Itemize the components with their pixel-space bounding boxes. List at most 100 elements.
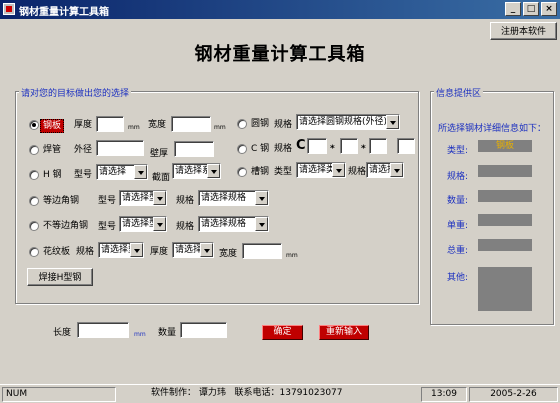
equal-angle-label: 等边角钢: [43, 196, 80, 206]
length-unit: mm: [134, 331, 146, 338]
c-sep1: *: [330, 144, 335, 154]
equal-model-select[interactable]: 请选择型: [119, 190, 167, 206]
length-input[interactable]: [77, 322, 129, 338]
unequal-angle-label: 不等边角钢: [43, 221, 89, 231]
chevron-down-icon[interactable]: [153, 217, 166, 231]
chevron-down-icon[interactable]: [390, 163, 403, 177]
h-section-select[interactable]: 请选择系: [172, 163, 221, 179]
plate-thickness-unit: mm: [128, 124, 140, 131]
info-other-value: [478, 267, 532, 311]
qty-label: 数量: [158, 328, 177, 338]
round-spec-label: 规格: [274, 120, 293, 130]
c-dim2-input[interactable]: [340, 138, 358, 154]
status-date: 2005-2-26: [469, 387, 558, 402]
unequal-spec-value: 请选择规格: [201, 219, 247, 229]
phone-label: 联系电话：: [234, 388, 280, 398]
selection-group-legend: 请对您的目标做出您的选择: [19, 86, 132, 99]
chevron-down-icon[interactable]: [134, 165, 147, 179]
channel-type-select[interactable]: 请选择类: [296, 162, 346, 178]
chevron-down-icon[interactable]: [130, 243, 143, 257]
c-steel-label: C 钢: [251, 144, 270, 154]
info-total-value: [478, 239, 532, 251]
channel-type-value: 请选择类: [299, 165, 336, 175]
qty-input[interactable]: [180, 322, 227, 338]
channel-spec-select[interactable]: 请选择: [366, 162, 404, 178]
radio-unequal-angle[interactable]: [29, 221, 39, 231]
thickness-label: 厚度: [74, 120, 93, 130]
c-dim3-input[interactable]: [369, 138, 387, 154]
chevron-down-icon[interactable]: [207, 164, 220, 178]
chevron-down-icon[interactable]: [153, 191, 166, 205]
chevron-down-icon[interactable]: [386, 115, 399, 129]
length-label: 长度: [53, 328, 72, 338]
equal-spec-select[interactable]: 请选择规格: [198, 190, 269, 206]
equal-spec-value: 请选择规格: [201, 193, 247, 203]
info-qty-label: 数量:: [447, 196, 469, 206]
radio-equal-angle[interactable]: [29, 196, 39, 206]
info-unit-weight-label: 单重:: [447, 221, 469, 231]
h-model-value: 请选择: [99, 167, 127, 177]
radio-welded-pipe[interactable]: [29, 145, 39, 155]
h-model-select[interactable]: 请选择: [96, 164, 148, 180]
info-other-label: 其他:: [447, 273, 469, 283]
checker-thickness-select[interactable]: 请选择: [172, 242, 214, 258]
channel-spec-label: 规格: [348, 167, 367, 177]
reset-button[interactable]: 重新输入: [319, 325, 369, 340]
c-dim1-input[interactable]: [307, 138, 327, 154]
author-label: 软件制作：: [151, 388, 197, 398]
chevron-down-icon[interactable]: [200, 243, 213, 257]
h-steel-label: H 钢: [43, 170, 62, 180]
channel-type-label: 类型: [274, 167, 293, 177]
checker-thickness-label: 厚度: [150, 247, 169, 257]
width-label: 宽度: [148, 120, 167, 130]
app-icon: [3, 3, 15, 15]
radio-steel-plate[interactable]: [29, 120, 39, 130]
steel-plate-label[interactable]: 钢板: [40, 119, 65, 133]
chevron-down-icon[interactable]: [255, 217, 268, 231]
author-name: 谭力玮: [198, 388, 226, 398]
unequal-spec-select[interactable]: 请选择规格: [198, 216, 269, 232]
radio-checker-plate[interactable]: [29, 247, 39, 257]
status-time: 13:09: [421, 387, 467, 402]
radio-c-steel[interactable]: [237, 144, 247, 154]
page-title: 钢材重量计算工具箱: [194, 44, 366, 65]
wall-thickness-label: 壁厚: [150, 149, 169, 159]
radio-h-steel[interactable]: [29, 170, 39, 180]
outer-diameter-input[interactable]: [96, 140, 144, 156]
unequal-model-select[interactable]: 请选择型: [119, 216, 167, 232]
info-total-label: 总重:: [447, 246, 469, 256]
status-bar: NUM 软件制作： 谭力玮 联系电话：13791023077 13:09 200…: [0, 384, 560, 403]
minimize-button[interactable]: _: [505, 2, 521, 16]
plate-thickness-input[interactable]: [96, 116, 124, 132]
round-spec-value: 请选择圆钢规格(外径): [299, 117, 388, 127]
c-dim4-input[interactable]: [397, 138, 415, 154]
chevron-down-icon[interactable]: [255, 191, 268, 205]
close-button[interactable]: ×: [541, 2, 557, 16]
radio-round-steel[interactable]: [237, 119, 247, 129]
checker-width-unit: mm: [286, 252, 298, 259]
equal-spec-label: 规格: [176, 196, 195, 206]
title-bar: 钢材重量计算工具箱 _ □ ×: [0, 0, 560, 19]
confirm-button[interactable]: 确定: [262, 325, 303, 340]
status-author: 软件制作： 谭力玮 联系电话：13791023077: [118, 387, 420, 402]
info-spec-label: 规格:: [447, 172, 469, 182]
welded-pipe-label: 焊管: [43, 145, 62, 155]
h-model-label: 型号: [74, 170, 93, 180]
info-type-value: 钢板: [478, 140, 532, 152]
chevron-down-icon[interactable]: [332, 163, 345, 177]
radio-channel-steel[interactable]: [237, 167, 247, 177]
checker-spec-select[interactable]: 请选择型: [98, 242, 144, 258]
checker-thickness-value: 请选择: [175, 245, 203, 255]
register-button[interactable]: 注册本软件: [490, 22, 557, 40]
checker-spec-label: 规格: [76, 247, 95, 257]
round-spec-select[interactable]: 请选择圆钢规格(外径): [296, 114, 400, 130]
info-type-label: 类型:: [447, 146, 469, 156]
maximize-button[interactable]: □: [523, 2, 539, 16]
checker-width-input[interactable]: [242, 243, 282, 259]
window-title: 钢材重量计算工具箱: [19, 7, 109, 18]
plate-width-input[interactable]: [171, 116, 211, 132]
welded-h-steel-button[interactable]: 焊接H型钢: [27, 268, 93, 286]
outer-diameter-label: 外径: [74, 145, 93, 155]
wall-thickness-input[interactable]: [174, 141, 214, 157]
c-prefix: C: [296, 138, 306, 153]
